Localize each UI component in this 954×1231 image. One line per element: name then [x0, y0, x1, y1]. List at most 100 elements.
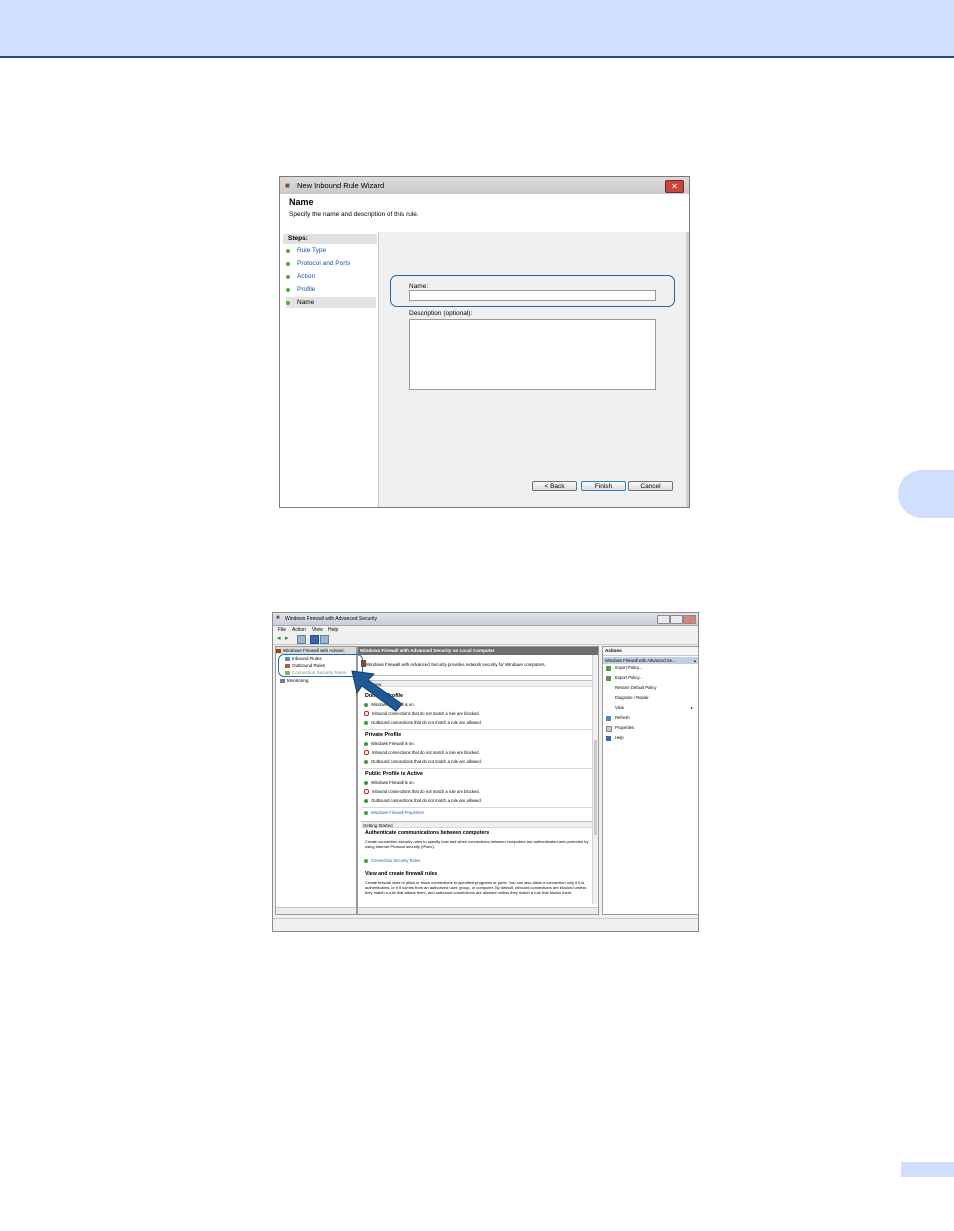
profile-status-line: Windows Firewall is on.	[364, 780, 415, 785]
help-icon[interactable]	[310, 635, 319, 644]
wizard-scrollbar[interactable]	[686, 232, 689, 507]
properties-icon	[364, 810, 368, 815]
overview-hscrollbar[interactable]	[358, 907, 598, 914]
step-bullet-icon	[286, 288, 290, 292]
step-rule-type[interactable]: Rule Type	[286, 245, 376, 256]
menu-action[interactable]: Action	[292, 627, 306, 633]
back-button[interactable]: < Back	[532, 481, 577, 491]
description-field[interactable]	[409, 319, 656, 390]
status-bar	[273, 918, 698, 931]
tree-root[interactable]: Windows Firewall with Advanc	[276, 647, 356, 654]
divider	[362, 768, 592, 769]
submenu-arrow-icon: ▸	[690, 705, 693, 710]
wizard-heading: Name	[289, 197, 314, 207]
allowed-icon	[364, 720, 368, 725]
step-action[interactable]: Action	[286, 271, 376, 282]
console-tree: Windows Firewall with Advanc Inbound Rul…	[275, 646, 357, 915]
menu-bar: File Action View Help	[273, 625, 698, 634]
wizard-titlebar: ■ New Inbound Rule Wizard ✕	[280, 177, 689, 195]
wizard-title: New Inbound Rule Wizard	[297, 181, 385, 190]
description-label: Description (optional):	[409, 310, 473, 317]
toolbar: ◂ ▸	[273, 634, 698, 645]
check-icon	[364, 780, 368, 785]
finish-button[interactable]: Finish	[581, 481, 626, 491]
auth-title: Authenticate communications between comp…	[365, 830, 490, 836]
collapse-icon[interactable]: ▴	[694, 657, 696, 664]
menu-file[interactable]: File	[278, 627, 286, 633]
step-protocol-and-ports[interactable]: Protocol and Ports	[286, 258, 376, 269]
step-bullet-icon	[286, 301, 290, 305]
profile-status-line: Outbound connections that do not match a…	[364, 759, 482, 764]
close-icon[interactable]: ✕	[665, 180, 684, 193]
allowed-icon	[364, 798, 368, 803]
menu-help[interactable]: Help	[328, 627, 338, 633]
firewall-title: Windows Firewall with Advanced Security	[285, 616, 377, 622]
actions-header: Actions	[603, 647, 698, 656]
action-properties[interactable]: Properties	[615, 724, 634, 731]
firewall-rules-body: Create firewall rules to allow or block …	[365, 880, 587, 895]
rules-icon	[364, 858, 368, 863]
profile-status-line: Outbound connections that do not match a…	[364, 798, 482, 803]
refresh-icon	[606, 716, 611, 721]
import-icon	[606, 666, 611, 671]
divider	[362, 807, 592, 808]
monitoring-icon	[280, 678, 285, 683]
center-header: Windows Firewall with Advanced Security …	[358, 647, 598, 655]
scroll-thumb[interactable]	[594, 740, 597, 835]
back-arrow-icon[interactable]: ◂	[277, 635, 284, 642]
maximize-icon[interactable]	[670, 615, 683, 624]
action-refresh[interactable]: Refresh	[615, 714, 630, 721]
getting-started-header[interactable]: Getting Started	[361, 821, 594, 828]
action-restore-default-policy[interactable]: Restore Default Policy	[615, 684, 656, 691]
wizard-header: Name Specify the name and description of…	[280, 194, 689, 233]
cancel-button[interactable]: Cancel	[628, 481, 673, 491]
overview-vscrollbar[interactable]	[592, 655, 598, 904]
action-import-policy[interactable]: Import Policy...	[615, 664, 642, 671]
connection-security-rules-link[interactable]: Connection Security Rules	[364, 858, 420, 863]
pointer-arrow-icon	[351, 670, 403, 712]
blocked-icon	[364, 750, 369, 756]
step-bullet-icon	[286, 275, 290, 279]
action-pane-icon[interactable]	[320, 635, 329, 644]
profile-status-line: Inbound connections that do not match a …	[364, 789, 480, 795]
action-export-policy[interactable]: Export Policy...	[615, 674, 643, 681]
menu-view[interactable]: View	[312, 627, 323, 633]
profile-status-line: Inbound connections that do not match a …	[364, 750, 480, 756]
profile-status-line: Outbound connections that do not match a…	[364, 720, 482, 725]
header-band	[0, 0, 954, 56]
step-profile[interactable]: Profile	[286, 284, 376, 295]
profile-status-line: Windows Firewall is on.	[364, 741, 415, 746]
close-icon[interactable]	[683, 615, 696, 624]
actions-subheader[interactable]: Windows Firewall with Advanced Se... ▴	[603, 657, 698, 664]
auth-body: Create connection security rules to spec…	[365, 839, 589, 849]
export-icon	[606, 676, 611, 681]
wizard-subtitle: Specify the name and description of this…	[289, 211, 419, 218]
blocked-icon	[364, 789, 369, 795]
actions-pane: Actions Windows Firewall with Advanced S…	[602, 646, 699, 915]
tree-monitoring[interactable]: Monitoring	[280, 677, 308, 684]
wizard-steps-panel: Steps: Rule Type Protocol and Ports Acti…	[280, 232, 379, 507]
help-icon	[606, 736, 611, 741]
properties-icon	[606, 726, 612, 732]
profile-title: Public Profile is Active	[365, 771, 423, 777]
allowed-icon	[364, 759, 368, 764]
action-view[interactable]: View ▸	[615, 704, 693, 711]
forward-arrow-icon[interactable]: ▸	[285, 635, 292, 642]
tree-hscrollbar[interactable]	[276, 907, 356, 914]
step-name[interactable]: Name	[286, 297, 376, 308]
minimize-icon[interactable]	[657, 615, 670, 624]
show-tree-icon[interactable]	[297, 635, 306, 644]
firewall-icon: ■	[285, 181, 290, 190]
firewall-icon	[276, 648, 281, 653]
action-diagnose-repair[interactable]: Diagnose / Repair	[615, 694, 649, 701]
new-inbound-rule-wizard: ■ New Inbound Rule Wizard ✕ Name Specify…	[279, 176, 690, 508]
action-help[interactable]: Help	[615, 734, 624, 741]
steps-label: Steps:	[283, 234, 377, 244]
firewall-rules-title: View and create firewall rules	[365, 871, 438, 877]
intro-text: Windows Firewall with Advanced Security …	[366, 662, 546, 667]
wizard-content: Name: Description (optional):	[379, 232, 689, 507]
chapter-tab	[898, 470, 954, 518]
divider	[362, 729, 592, 730]
name-field-highlight	[390, 275, 675, 307]
firewall-properties-link[interactable]: Windows Firewall Properties	[364, 810, 424, 815]
